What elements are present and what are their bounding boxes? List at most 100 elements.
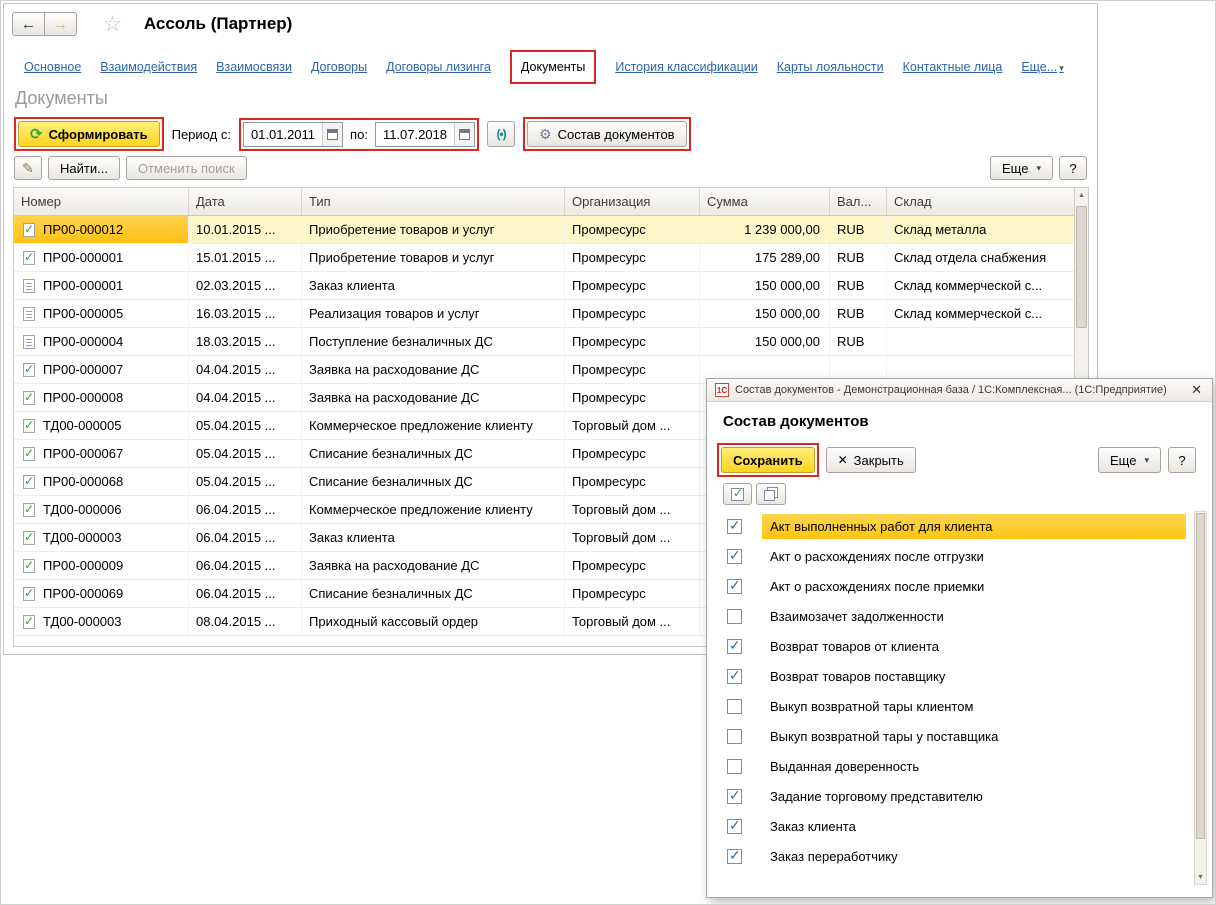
period-to-field[interactable]: 11.07.2018 bbox=[375, 122, 475, 147]
cancel-search-button[interactable]: Отменить поиск bbox=[126, 156, 247, 180]
checkbox[interactable] bbox=[727, 669, 742, 684]
doc-number: ПР00-000009 bbox=[43, 558, 123, 573]
doc-type-item[interactable]: Выкуп возвратной тары клиентом bbox=[717, 691, 1186, 721]
dialog-close-icon[interactable]: ✕ bbox=[1189, 382, 1204, 398]
doc-structure-button[interactable]: ⚙ Состав документов bbox=[527, 121, 687, 147]
doc-number-cell: ПР00-000007 bbox=[14, 356, 189, 383]
checkbox[interactable] bbox=[727, 549, 742, 564]
checkbox[interactable] bbox=[727, 519, 742, 534]
doc-number: ПР00-000001 bbox=[43, 250, 123, 265]
doc-currency-cell: RUB bbox=[830, 272, 887, 299]
column-header-type[interactable]: Тип bbox=[302, 188, 565, 215]
help-button[interactable]: ? bbox=[1059, 156, 1087, 180]
edit-button[interactable]: ✎ bbox=[14, 156, 42, 180]
uncheck-all-button[interactable] bbox=[756, 483, 786, 505]
more-button-label: Еще bbox=[1002, 161, 1028, 176]
dialog-help-button[interactable]: ? bbox=[1168, 447, 1196, 473]
doc-org-cell: Торговый дом ... bbox=[565, 412, 700, 439]
doc-type-item[interactable]: Акт о расхождениях после приемки bbox=[717, 571, 1186, 601]
back-button[interactable]: ← bbox=[12, 12, 45, 36]
tab-dogovory[interactable]: Договоры bbox=[311, 60, 367, 74]
column-header-cur[interactable]: Вал... bbox=[830, 188, 887, 215]
doc-currency-cell: RUB bbox=[830, 328, 887, 355]
dialog-scrollbar[interactable]: ▼ bbox=[1194, 511, 1207, 885]
checkbox[interactable] bbox=[727, 729, 742, 744]
doc-type-item[interactable]: Взаимозачет задолженности bbox=[717, 601, 1186, 631]
tab-label: Договоры лизинга bbox=[386, 60, 491, 74]
period-from-field[interactable]: 01.01.2011 bbox=[243, 122, 343, 147]
calendar-button-from[interactable] bbox=[322, 123, 342, 146]
doc-date-cell: 06.04.2015 ... bbox=[189, 552, 302, 579]
tab-kontaktnye-lica[interactable]: Контактные лица bbox=[903, 60, 1003, 74]
forward-button[interactable]: → bbox=[44, 12, 77, 36]
doc-type-cell: Заявка на расходование ДС bbox=[302, 552, 565, 579]
tab-eshche[interactable]: Еще...▾ bbox=[1021, 60, 1063, 74]
column-header-date[interactable]: Дата bbox=[189, 188, 302, 215]
column-header-sum[interactable]: Сумма bbox=[700, 188, 830, 215]
doc-type-item[interactable]: Заказ переработчику bbox=[717, 841, 1186, 871]
dialog-more-button[interactable]: Еще ▾ bbox=[1098, 447, 1161, 473]
table-row[interactable]: ПР00-00001210.01.2015 ...Приобретение то… bbox=[14, 216, 1074, 244]
tab-dokumenty[interactable]: Документы bbox=[510, 50, 596, 84]
doc-number: ТД00-000006 bbox=[43, 502, 121, 517]
doc-date-cell: 04.04.2015 ... bbox=[189, 384, 302, 411]
tab-istoriya-klassifikacii[interactable]: История классификации bbox=[615, 60, 757, 74]
doc-date-cell: 16.03.2015 ... bbox=[189, 300, 302, 327]
checkbox[interactable] bbox=[727, 579, 742, 594]
check-all-button[interactable] bbox=[723, 483, 752, 505]
scroll-up-button[interactable]: ▲ bbox=[1075, 188, 1088, 203]
generate-button[interactable]: ⟳ Сформировать bbox=[18, 121, 160, 147]
doc-type-item[interactable]: Возврат товаров поставщику bbox=[717, 661, 1186, 691]
column-header-num[interactable]: Номер bbox=[14, 188, 189, 215]
doc-type-item[interactable]: Заказ клиента bbox=[717, 811, 1186, 841]
checkbox[interactable] bbox=[727, 759, 742, 774]
document-posted-icon bbox=[23, 251, 35, 265]
doc-type-item[interactable]: Выданная доверенность bbox=[717, 751, 1186, 781]
table-scrollbar-thumb[interactable] bbox=[1076, 206, 1087, 328]
checkbox[interactable] bbox=[727, 639, 742, 654]
table-row[interactable]: ПР00-00000418.03.2015 ...Поступление без… bbox=[14, 328, 1074, 356]
favorite-star-icon[interactable]: ☆ bbox=[103, 12, 122, 37]
doc-warehouse-cell bbox=[887, 328, 1074, 355]
doc-org-cell: Промресурс bbox=[565, 384, 700, 411]
doc-number: ПР00-000005 bbox=[43, 306, 123, 321]
doc-type-label: Акт о расхождениях после приемки bbox=[762, 574, 1186, 599]
tab-osnovnoe[interactable]: Основное bbox=[24, 60, 81, 74]
more-button[interactable]: Еще ▾ bbox=[990, 156, 1053, 180]
tab-bar: Основное Взаимодействия Взаимосвязи Договор… bbox=[24, 48, 1091, 85]
dialog-scrollbar-thumb[interactable] bbox=[1196, 513, 1205, 839]
table-row[interactable]: ПР00-00000102.03.2015 ...Заказ клиентаПр… bbox=[14, 272, 1074, 300]
checkbox[interactable] bbox=[727, 699, 742, 714]
checkbox[interactable] bbox=[727, 849, 742, 864]
doc-type-item[interactable]: Выкуп возвратной тары у поставщика bbox=[717, 721, 1186, 751]
column-header-wh[interactable]: Склад bbox=[887, 188, 1074, 215]
doc-type-item[interactable]: Возврат товаров от клиента bbox=[717, 631, 1186, 661]
table-row[interactable]: ПР00-00000516.03.2015 ...Реализация това… bbox=[14, 300, 1074, 328]
tab-vzaimodejstviya[interactable]: Взаимодействия bbox=[100, 60, 197, 74]
doc-type-item[interactable]: Акт о расхождениях после отгрузки bbox=[717, 541, 1186, 571]
scroll-down-button[interactable]: ▼ bbox=[1195, 870, 1206, 884]
checkbox[interactable] bbox=[727, 609, 742, 624]
column-header-org[interactable]: Организация bbox=[565, 188, 700, 215]
calendar-button-to[interactable] bbox=[454, 123, 474, 146]
period-select-button[interactable]: (•) bbox=[487, 121, 515, 147]
tab-dogovory-lizinga[interactable]: Договоры лизинга bbox=[386, 60, 491, 74]
close-button[interactable]: ✕ Закрыть bbox=[826, 447, 916, 473]
doc-org-cell: Промресурс bbox=[565, 552, 700, 579]
doc-type-cell: Заявка на расходование ДС bbox=[302, 356, 565, 383]
doc-type-item[interactable]: Акт выполненных работ для клиента bbox=[717, 511, 1186, 541]
find-button[interactable]: Найти... bbox=[48, 156, 120, 180]
checkbox[interactable] bbox=[727, 819, 742, 834]
checkbox[interactable] bbox=[727, 789, 742, 804]
doc-date-cell: 15.01.2015 ... bbox=[189, 244, 302, 271]
document-lines-icon bbox=[23, 279, 35, 293]
doc-number-cell: ТД00-000003 bbox=[14, 524, 189, 551]
tab-karty-loyalnosti[interactable]: Карты лояльности bbox=[777, 60, 884, 74]
doc-date-cell: 06.04.2015 ... bbox=[189, 496, 302, 523]
table-row[interactable]: ПР00-00000115.01.2015 ...Приобретение то… bbox=[14, 244, 1074, 272]
tab-vzaimosvyazi[interactable]: Взаимосвязи bbox=[216, 60, 292, 74]
doc-type-item[interactable]: Задание торговому представителю bbox=[717, 781, 1186, 811]
save-button[interactable]: Сохранить bbox=[721, 447, 815, 473]
doc-type-cell: Списание безналичных ДС bbox=[302, 468, 565, 495]
doc-org-cell: Промресурс bbox=[565, 300, 700, 327]
